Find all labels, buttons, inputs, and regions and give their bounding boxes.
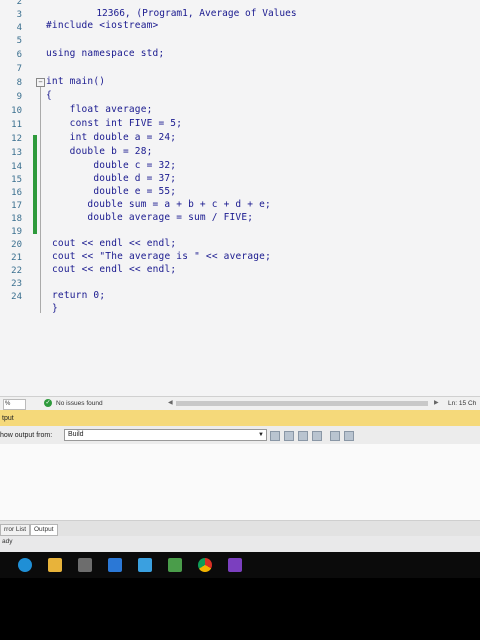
fold-guide-line: [40, 87, 41, 313]
line-number: 12: [11, 134, 22, 144]
issues-status[interactable]: No issues found: [56, 400, 103, 407]
line-number: 6: [16, 50, 22, 60]
code-line[interactable]: const int FIVE = 5;: [46, 118, 182, 129]
prev-message-icon[interactable]: [284, 431, 294, 441]
show-output-label: how output from:: [0, 432, 53, 439]
scroll-right-icon[interactable]: ▶: [434, 399, 439, 406]
word-wrap-icon[interactable]: [330, 431, 340, 441]
fold-toggle-icon[interactable]: −: [36, 78, 45, 87]
line-number: 17: [11, 201, 22, 211]
edge-icon[interactable]: [18, 558, 32, 572]
line-number: 24: [11, 292, 22, 302]
column-indicator: Ch: [468, 400, 477, 407]
code-line[interactable]: {: [46, 90, 52, 101]
calculator-icon[interactable]: [78, 558, 92, 572]
screen: 12366, (Program1, Average of Values 2 3 …: [0, 0, 480, 578]
line-number: 14: [11, 162, 22, 172]
title-text: (Program1, Average of Values: [136, 8, 297, 19]
store-icon[interactable]: [138, 558, 152, 572]
line-number: 21: [11, 253, 22, 263]
output-toolbar: how output from: Build ▼: [0, 426, 480, 444]
line-number-gutter: 2 3 4 5 6 7 8 9 10 11 12 13 14 15 16 17 …: [0, 0, 30, 330]
line-indicator: Ln: 15: [448, 400, 467, 407]
chrome-icon[interactable]: [198, 558, 212, 572]
title-fragment: 12366,: [96, 8, 131, 19]
file-explorer-icon[interactable]: [48, 558, 62, 572]
output-text-area[interactable]: [0, 444, 480, 520]
line-number: 16: [11, 188, 22, 198]
find-message-icon[interactable]: [270, 431, 280, 441]
code-line[interactable]: double e = 55;: [46, 186, 176, 197]
check-icon: ✓: [44, 399, 52, 407]
chevron-down-icon: ▼: [258, 432, 264, 438]
change-indicator-bar: [33, 135, 37, 234]
line-number: 23: [11, 279, 22, 289]
scroll-left-icon[interactable]: ◀: [168, 399, 173, 406]
output-source-value: Build: [68, 431, 84, 438]
tab-output[interactable]: Output: [30, 524, 58, 536]
editor-status-bar: % ✓ No issues found ◀ ▶ Ln: 15 Ch: [0, 396, 480, 411]
windows-taskbar: [0, 552, 480, 578]
output-panel-title: tput: [2, 415, 14, 422]
line-number: 22: [11, 266, 22, 276]
code-line[interactable]: cout << endl << endl;: [52, 264, 176, 275]
line-number: 19: [11, 227, 22, 237]
line-number: 15: [11, 175, 22, 185]
line-number: 7: [16, 64, 22, 74]
horizontal-scrollbar[interactable]: [176, 401, 428, 406]
output-source-select[interactable]: Build ▼: [64, 429, 267, 441]
line-number: 11: [11, 120, 22, 130]
code-line[interactable]: double average = sum / FIVE;: [46, 212, 253, 223]
line-number: 2: [16, 0, 22, 7]
code-line[interactable]: }: [52, 303, 58, 314]
mail-icon[interactable]: [108, 558, 122, 572]
app-status-bar: ady: [0, 536, 480, 548]
code-line[interactable]: int main(): [46, 76, 105, 87]
line-number: 13: [11, 148, 22, 158]
code-line[interactable]: using namespace std;: [46, 48, 164, 59]
line-number: 5: [16, 36, 22, 46]
zoom-value: %: [5, 401, 11, 407]
visual-studio-icon[interactable]: [228, 558, 242, 572]
code-line[interactable]: float average;: [46, 104, 153, 115]
photos-icon[interactable]: [168, 558, 182, 572]
tab-error-list[interactable]: rror List: [0, 524, 31, 536]
code-line[interactable]: double b = 28;: [46, 146, 153, 157]
line-number: 10: [11, 106, 22, 116]
bottom-panel-tabs: rror List Output: [0, 520, 480, 537]
pin-icon[interactable]: [344, 431, 354, 441]
line-number: 8: [16, 78, 22, 88]
next-message-icon[interactable]: [298, 431, 308, 441]
status-text: ady: [2, 538, 13, 545]
code-line[interactable]: double d = 37;: [46, 173, 176, 184]
zoom-dropdown[interactable]: %: [3, 399, 26, 410]
line-number: 9: [16, 92, 22, 102]
code-line[interactable]: double sum = a + b + c + d + e;: [46, 199, 271, 210]
code-line[interactable]: return 0;: [52, 290, 105, 301]
line-number: 3: [16, 10, 22, 20]
output-panel-header: tput: [0, 410, 480, 426]
code-line[interactable]: cout << endl << endl;: [52, 238, 176, 249]
line-number: 20: [11, 240, 22, 250]
clear-all-icon[interactable]: [312, 431, 322, 441]
line-number: 18: [11, 214, 22, 224]
code-line[interactable]: cout << "The average is " << average;: [52, 251, 271, 262]
code-line[interactable]: double c = 32;: [46, 160, 176, 171]
code-line[interactable]: #include <iostream>: [46, 20, 158, 31]
code-editor[interactable]: 12366, (Program1, Average of Values 2 3 …: [0, 0, 480, 396]
line-number: 4: [16, 23, 22, 33]
code-line[interactable]: int double a = 24;: [46, 132, 176, 143]
